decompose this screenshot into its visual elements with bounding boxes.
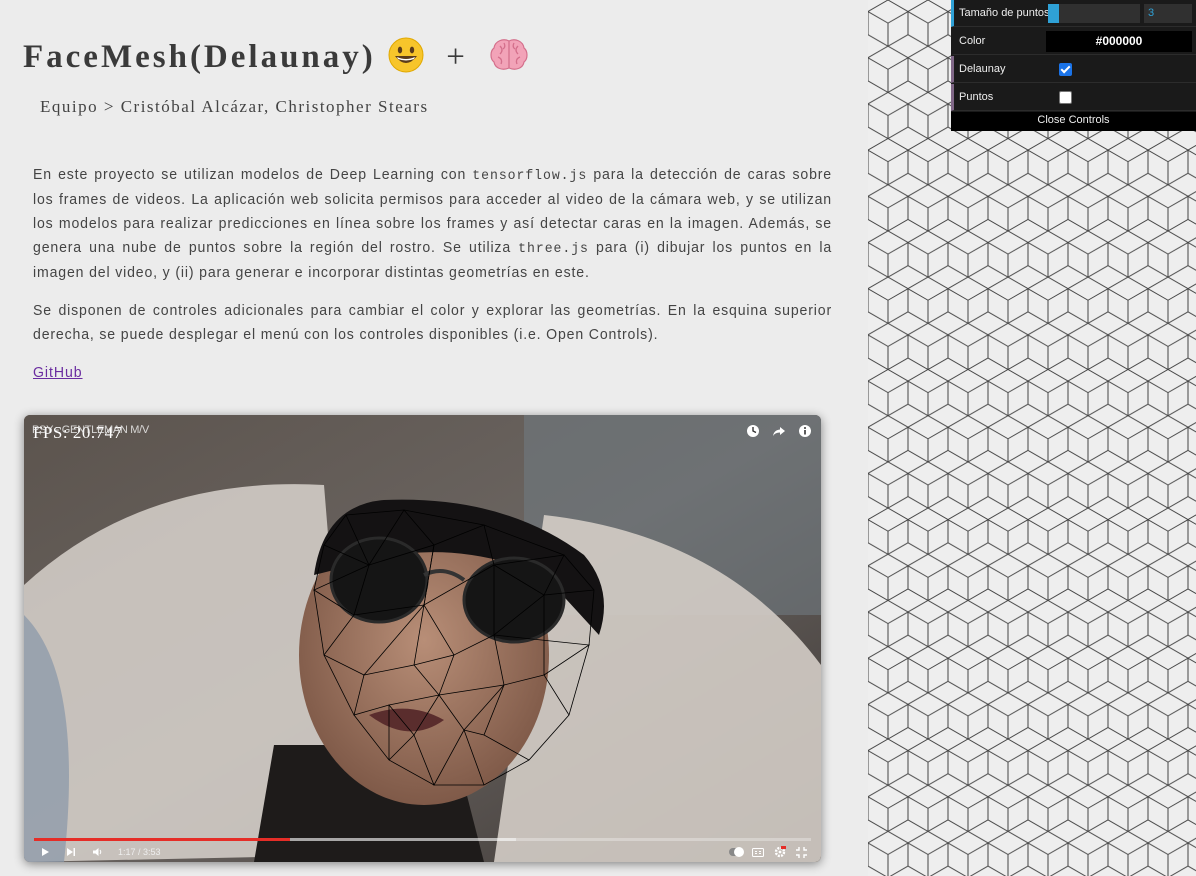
point-size-slider-fill — [1048, 4, 1060, 23]
points-row: Puntos — [951, 84, 1196, 111]
video-controls: 1:17 / 3:53 — [38, 845, 809, 859]
captions-icon[interactable] — [751, 845, 765, 859]
plus-sign: + — [446, 39, 468, 76]
info-icon[interactable] — [797, 423, 813, 439]
brain-emoji-icon — [489, 37, 529, 82]
next-icon[interactable] — [64, 845, 78, 859]
delaunay-checkbox[interactable] — [1059, 63, 1072, 76]
point-size-label: Tamaño de puntos — [959, 7, 1050, 19]
video-player[interactable]: FPS: 20.747 PSY - GENTLEMAN M/V 1:17 / 3… — [24, 415, 821, 862]
code-tensorflow: tensorflow.js — [472, 168, 588, 184]
point-size-slider[interactable] — [1048, 4, 1140, 23]
points-label: Puntos — [959, 91, 994, 103]
close-controls-button[interactable]: Close Controls — [951, 112, 1196, 131]
video-title[interactable]: PSY - GENTLEMAN M/V — [32, 424, 149, 436]
github-link[interactable]: GitHub — [33, 364, 83, 381]
video-progress-bar[interactable] — [34, 838, 811, 841]
video-right-controls — [728, 845, 809, 859]
point-size-input[interactable]: 3 — [1144, 4, 1192, 23]
page-title: FaceMesh(Delaunay) + — [23, 36, 529, 83]
volume-icon[interactable] — [90, 845, 104, 859]
delaunay-row: Delaunay — [951, 56, 1196, 83]
settings-icon[interactable] — [773, 845, 787, 859]
share-icon[interactable] — [771, 423, 787, 439]
intro-text-a: En este proyecto se utilizan modelos de … — [33, 166, 473, 183]
video-frame — [24, 415, 821, 862]
main-page: FaceMesh(Delaunay) + Equipo > Cristóbal … — [0, 0, 868, 876]
controls-panel: Tamaño de puntos 3 Color #000000 Delauna… — [951, 0, 1196, 131]
color-picker[interactable]: #000000 — [1046, 31, 1192, 52]
played-bar — [34, 838, 291, 841]
video-top-icons — [745, 423, 813, 439]
intro-paragraph: En este proyecto se utilizan modelos de … — [33, 163, 832, 285]
grinning-face-emoji-icon — [387, 36, 425, 83]
delaunay-label: Delaunay — [959, 63, 1006, 75]
play-icon[interactable] — [38, 845, 52, 859]
clock-icon[interactable] — [745, 423, 761, 439]
color-row: Color #000000 — [951, 28, 1196, 55]
autoplay-toggle-icon[interactable] — [728, 845, 744, 859]
chevron-down-icon[interactable] — [380, 845, 510, 859]
code-threejs: three.js — [518, 241, 589, 257]
point-size-row: Tamaño de puntos 3 — [951, 0, 1196, 27]
color-label: Color — [959, 35, 986, 47]
points-checkbox[interactable] — [1059, 91, 1072, 104]
video-time: 1:17 / 3:53 — [118, 847, 161, 857]
page-title-text: FaceMesh(Delaunay) — [23, 39, 376, 76]
team-line: Equipo > Cristóbal Alcázar, Christopher … — [40, 97, 429, 116]
cube-pattern-background — [868, 0, 1196, 876]
controls-paragraph: Se disponen de controles adicionales par… — [33, 302, 832, 343]
exit-fullscreen-icon[interactable] — [795, 845, 809, 859]
